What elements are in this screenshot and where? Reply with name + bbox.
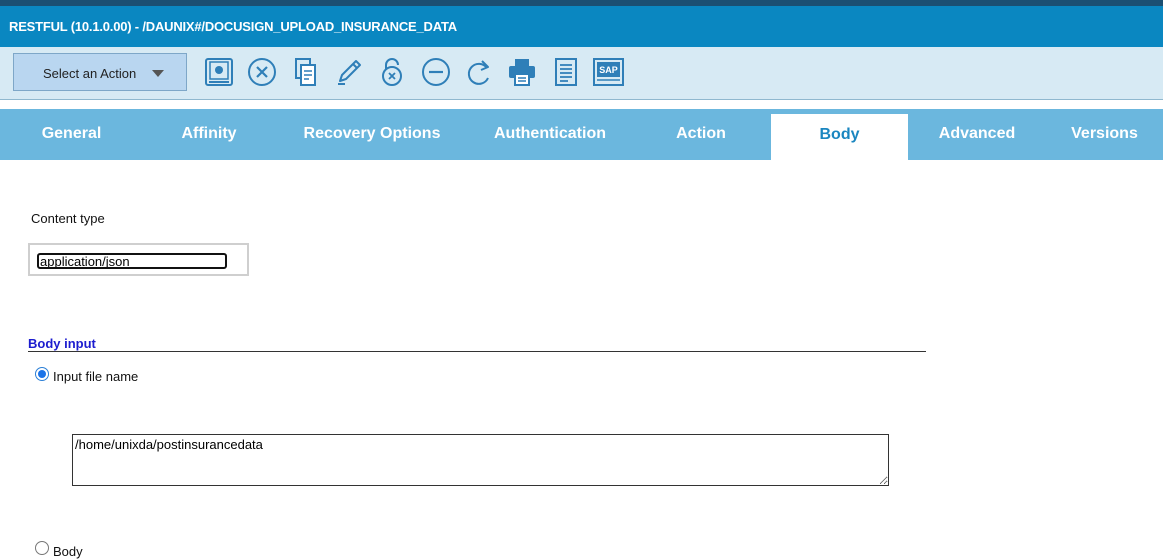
select-action-button[interactable]: Select an Action: [13, 53, 187, 91]
content-type-input[interactable]: [37, 253, 227, 269]
tab-body[interactable]: Body: [771, 114, 908, 160]
content-type-label: Content type: [31, 211, 105, 226]
sap-icon-text: SAP: [599, 65, 618, 75]
content-type-field-wrapper: [28, 243, 249, 276]
input-file-name-field[interactable]: /home/unixda/postinsurancedata: [72, 434, 889, 486]
remove-icon[interactable]: [420, 56, 452, 88]
cancel-icon[interactable]: [246, 56, 278, 88]
edit-icon[interactable]: [333, 56, 365, 88]
unlock-icon[interactable]: [376, 56, 408, 88]
select-action-label: Select an Action: [43, 66, 137, 81]
document-icon[interactable]: [550, 56, 582, 88]
tab-action[interactable]: Action: [631, 109, 771, 160]
window-title: RESTFUL (10.1.0.00) - /DAUNIX#/DOCUSIGN_…: [9, 19, 457, 34]
print-icon[interactable]: [506, 56, 538, 88]
input-file-name-label[interactable]: Input file name: [53, 369, 138, 384]
section-divider: [28, 351, 926, 352]
body-radio[interactable]: [35, 541, 49, 555]
tab-versions[interactable]: Versions: [1046, 109, 1163, 160]
save-icon[interactable]: [203, 56, 235, 88]
body-input-section-title: Body input: [28, 336, 96, 351]
tab-affinity[interactable]: Affinity: [143, 109, 275, 160]
tab-advanced[interactable]: Advanced: [908, 109, 1046, 160]
input-file-name-radio[interactable]: [35, 367, 49, 381]
redo-icon[interactable]: [463, 56, 495, 88]
tab-recovery-options[interactable]: Recovery Options: [275, 109, 469, 160]
sap-icon[interactable]: SAP: [593, 56, 625, 88]
body-radio-label[interactable]: Body: [53, 544, 83, 559]
tab-general[interactable]: General: [0, 109, 143, 160]
toolbar: Select an Action SAP: [0, 47, 1163, 100]
copy-icon[interactable]: [290, 56, 322, 88]
title-bar: RESTFUL (10.1.0.00) - /DAUNIX#/DOCUSIGN_…: [0, 6, 1163, 47]
tab-bar: General Affinity Recovery Options Authen…: [0, 109, 1163, 160]
tab-authentication[interactable]: Authentication: [469, 109, 631, 160]
chevron-down-icon: [152, 70, 164, 77]
